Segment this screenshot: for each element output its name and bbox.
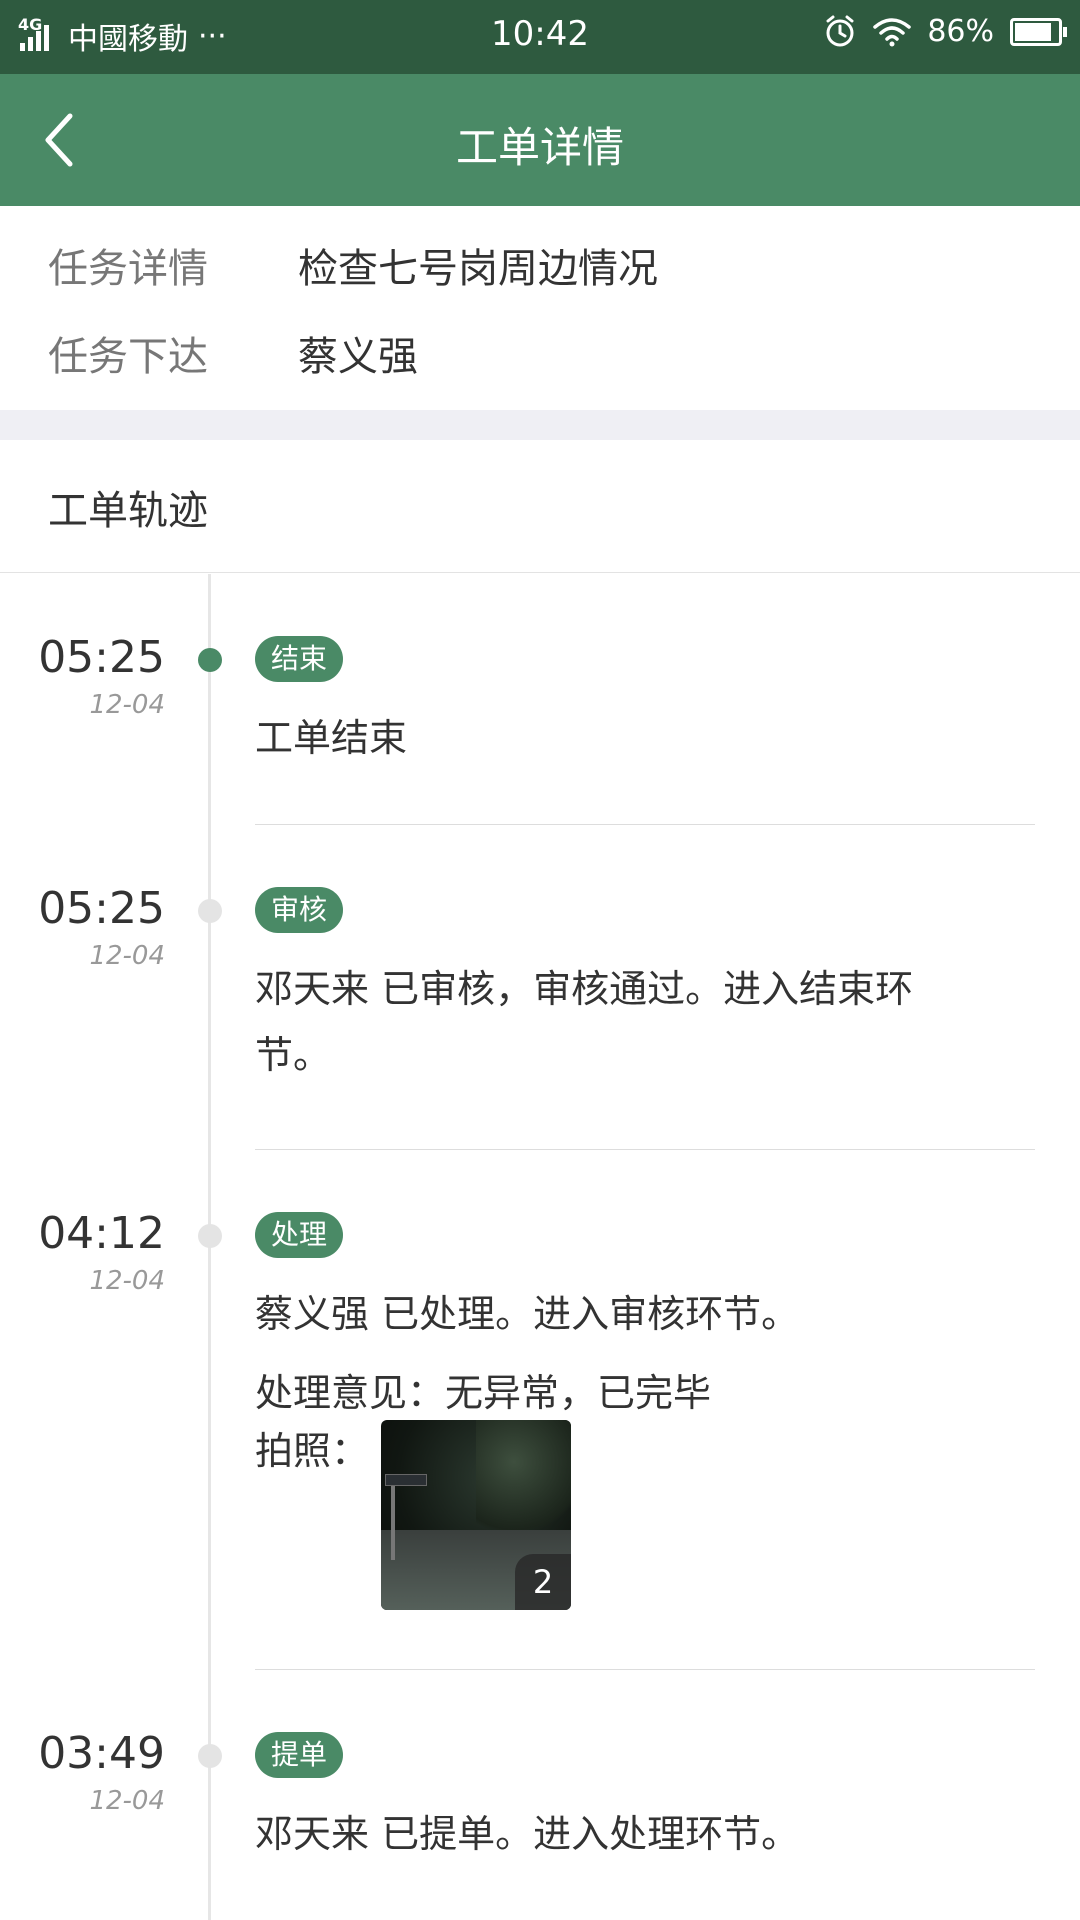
- entry-separator: [255, 1149, 1035, 1150]
- photo-label: 拍照：: [255, 1429, 370, 1473]
- divider: [0, 572, 1080, 573]
- entry-text-line: 邓天来 已审核，审核通过。进入结束环: [255, 967, 914, 1011]
- entry-time: 05:25: [38, 883, 165, 934]
- task-issuer-label: 任务下达: [48, 334, 208, 380]
- entry-date: 12-04: [89, 941, 165, 971]
- photo-count-badge: 2: [515, 1554, 571, 1610]
- entry-text-line: 节。: [255, 1033, 332, 1077]
- nav-bar: 工单详情: [0, 74, 1080, 206]
- entry-time: 04:12: [38, 1208, 165, 1259]
- photo-thumbnail[interactable]: 2: [381, 1420, 571, 1610]
- timeline-dot: [198, 899, 222, 923]
- entry-date: 12-04: [89, 1266, 165, 1296]
- task-issuer-row: 任务下达 蔡义强: [48, 324, 418, 382]
- entry-time: 05:25: [38, 632, 165, 683]
- process-opinion: 处理意见：无异常，已完毕: [255, 1371, 712, 1415]
- entry-date: 12-04: [89, 690, 165, 720]
- status-badge: 审核: [255, 887, 344, 933]
- status-badge: 结束: [255, 636, 344, 682]
- entry-text: 邓天来 已提单。进入处理环节。: [255, 1812, 800, 1856]
- page-title: 工单详情: [455, 123, 624, 172]
- task-detail-value: 检查七号岗周边情况: [298, 246, 658, 292]
- section-divider: [0, 410, 1080, 440]
- timeline-dot: [198, 648, 222, 672]
- battery-icon: [1010, 17, 1067, 46]
- alarm-icon: [826, 15, 854, 46]
- task-info-section: 任务详情 检查七号岗周边情况 任务下达 蔡义强: [0, 206, 1080, 410]
- task-detail-label: 任务详情: [48, 246, 208, 292]
- photo-content: [476, 1420, 571, 1540]
- wifi-icon: [873, 17, 912, 46]
- entry-text: 工单结束: [255, 716, 408, 760]
- status-badge: 处理: [255, 1212, 344, 1258]
- entry-text: 蔡义强 已处理。进入审核环节。: [255, 1292, 800, 1336]
- status-badge: 提单: [255, 1732, 344, 1778]
- entry-separator: [255, 1669, 1035, 1670]
- entry-date: 12-04: [89, 1786, 165, 1816]
- timeline-dot: [198, 1744, 222, 1768]
- status-bar: 4G 中國移動 ··· 10:42 86%: [0, 0, 1080, 74]
- entry-separator: [255, 824, 1035, 825]
- timeline-dot: [198, 1224, 222, 1248]
- battery-percent: 86%: [927, 14, 994, 49]
- entry-text: 邓天来 已审核，审核通过。进入结束环 节。: [255, 956, 1035, 1088]
- task-detail-row: 任务详情 检查七号岗周边情况: [48, 236, 658, 294]
- entry-time: 03:49: [38, 1728, 165, 1779]
- task-issuer-value: 蔡义强: [298, 334, 418, 380]
- track-header: 工单轨迹: [48, 488, 208, 534]
